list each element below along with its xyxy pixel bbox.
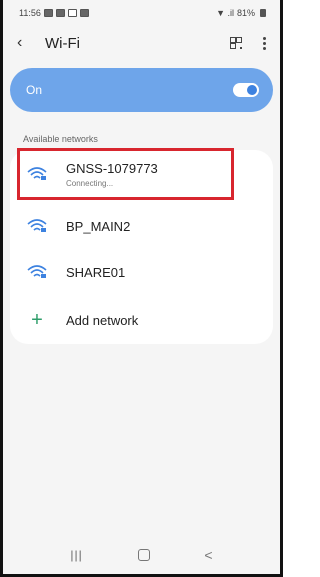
clock: 11:56: [19, 8, 41, 18]
phone-screen: 11:56 ▼ .il 81% ‹ Wi-Fi On Available net…: [0, 0, 283, 577]
network-name: BP_MAIN2: [66, 218, 131, 234]
wifi-lock-icon: [27, 265, 47, 278]
wifi-master-toggle-row[interactable]: On: [10, 68, 273, 112]
recent-apps-icon[interactable]: |||: [70, 548, 82, 562]
chevron-left-icon[interactable]: ‹: [17, 35, 45, 51]
home-icon[interactable]: [137, 549, 150, 561]
notification-icon: [55, 9, 65, 17]
network-item[interactable]: SHARE01: [10, 248, 273, 296]
network-item[interactable]: BP_MAIN2: [10, 202, 273, 250]
back-icon[interactable]: <: [204, 547, 212, 563]
notification-icon: [79, 9, 89, 17]
notification-icon: [43, 9, 53, 17]
toggle-switch[interactable]: [233, 83, 259, 97]
wifi-lock-icon: [27, 219, 47, 232]
battery-icon: [260, 9, 266, 17]
app-header: ‹ Wi-Fi: [3, 28, 280, 58]
status-bar-right: ▼ .il 81%: [216, 8, 266, 18]
available-networks-label: Available networks: [23, 134, 98, 144]
plus-icon: +: [31, 309, 43, 331]
qr-scan-icon[interactable]: [230, 37, 242, 49]
add-network-label: Add network: [66, 312, 139, 328]
network-name: SHARE01: [66, 264, 126, 280]
battery-percent: 81%: [236, 8, 255, 18]
system-nav-bar: ||| <: [3, 536, 280, 574]
notification-icon: [67, 9, 77, 17]
more-vertical-icon[interactable]: [262, 36, 266, 50]
signal-icon: ▼ .il: [216, 8, 234, 18]
status-bar-left: 11:56: [19, 8, 89, 18]
status-bar: 11:56 ▼ .il 81%: [3, 0, 280, 26]
wifi-toggle-label: On: [26, 83, 43, 97]
add-network-button[interactable]: + Add network: [10, 296, 273, 344]
page-title: Wi-Fi: [45, 34, 80, 52]
highlight-box: [17, 148, 234, 200]
